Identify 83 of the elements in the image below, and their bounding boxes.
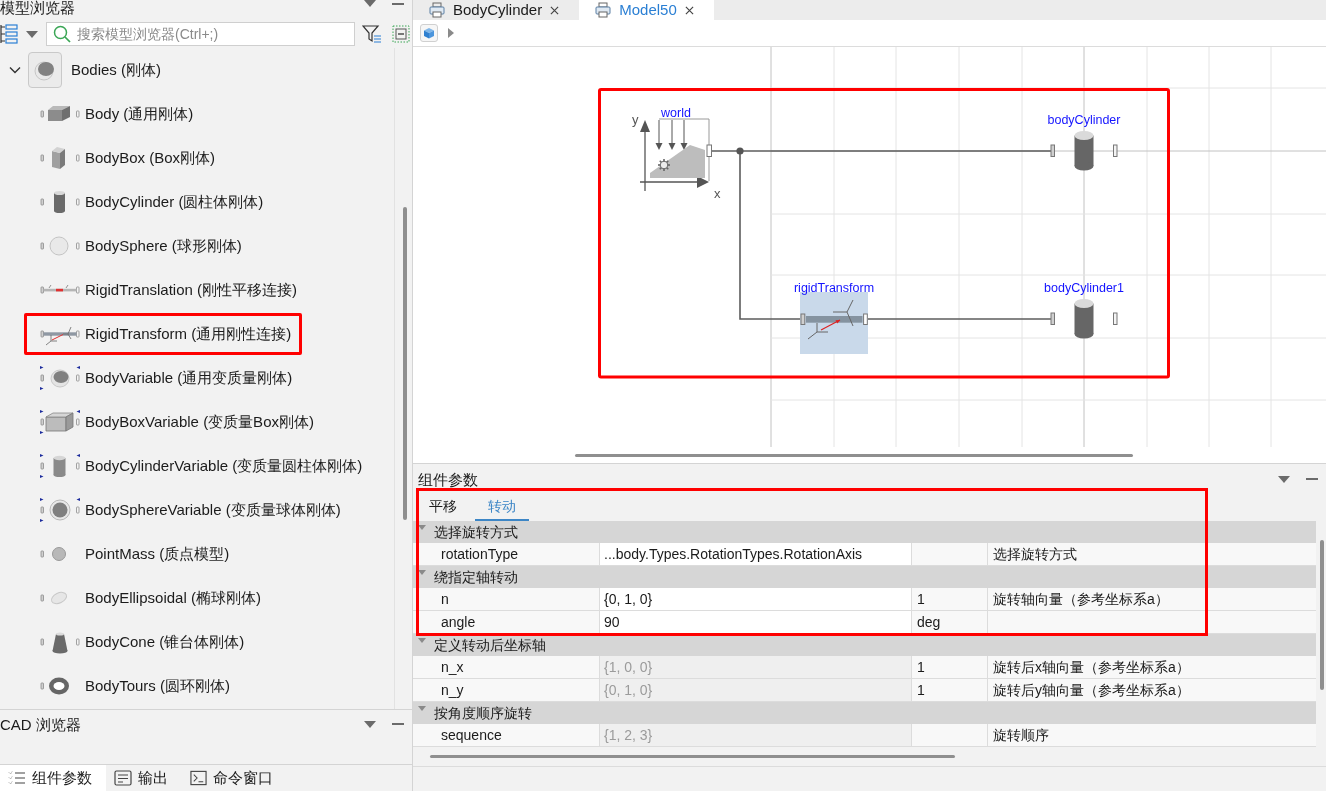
- value-field[interactable]: {0, 1, 0}: [600, 588, 912, 610]
- unit-cell: 1: [912, 656, 988, 678]
- tree-item[interactable]: PointMass (质点模型): [24, 533, 241, 575]
- caret-down-icon[interactable]: [364, 0, 376, 7]
- printer-icon: [429, 2, 445, 18]
- close-icon[interactable]: [550, 5, 560, 15]
- tree-item[interactable]: BodyVariable (通用变质量刚体): [24, 357, 304, 399]
- checklist-icon: [8, 770, 26, 786]
- node-label: rigidTransform: [793, 281, 875, 295]
- tree-item[interactable]: RigidTranslation (刚性平移连接): [24, 269, 308, 311]
- caret-down-icon[interactable]: [418, 705, 426, 713]
- scrollbar-thumb[interactable]: [1320, 540, 1324, 690]
- printer-icon: [595, 2, 612, 18]
- collapse-all-icon[interactable]: [392, 25, 410, 43]
- tree-item[interactable]: BodyTours (圆环刚体): [24, 665, 242, 707]
- blob-icon: [40, 366, 80, 390]
- minimize-icon[interactable]: [392, 2, 404, 5]
- group-header[interactable]: 选择旋转方式: [413, 521, 1316, 543]
- box-icon: [40, 146, 80, 170]
- value-field[interactable]: 90: [600, 611, 912, 633]
- scrollbar-thumb[interactable]: [575, 453, 1133, 457]
- value-field[interactable]: ...body.Types.RotationTypes.RotationAxis: [600, 543, 912, 565]
- caret-right-icon[interactable]: [448, 28, 454, 38]
- blob-tile-icon: [28, 52, 62, 88]
- panel-title: CAD 浏览器: [0, 716, 81, 732]
- tree-item[interactable]: BodyCone (锥台体刚体): [24, 621, 256, 663]
- caret-down-icon[interactable]: [418, 569, 426, 577]
- editor-tab[interactable]: Model50: [579, 0, 714, 20]
- tree-item[interactable]: BodyBox (Box刚体): [24, 137, 227, 179]
- terminal-icon: [190, 770, 207, 786]
- panel-title: 模型浏览器: [0, 0, 75, 15]
- scrollbar-thumb[interactable]: [403, 207, 407, 520]
- axis-label: y: [632, 112, 639, 127]
- unit-cell: 1: [912, 679, 988, 701]
- node-label: bodyCylinder: [1047, 113, 1121, 127]
- caret-down-icon[interactable]: [1278, 475, 1290, 483]
- group-header[interactable]: 定义转动后坐标轴: [413, 634, 1316, 656]
- bottom-tab[interactable]: 输出: [106, 765, 182, 791]
- sphere-icon: [40, 234, 80, 258]
- editor-tab[interactable]: BodyCylinder: [413, 0, 580, 20]
- group-header[interactable]: 绕指定轴转动: [413, 566, 1316, 588]
- chevron-down-icon[interactable]: [9, 64, 21, 76]
- tree-item[interactable]: BodyCylinderVariable (变质量圆柱体刚体): [24, 445, 374, 487]
- tree-view-icon[interactable]: [0, 24, 18, 44]
- filter-icon[interactable]: [362, 24, 382, 44]
- panel-title: 组件参数: [418, 471, 478, 487]
- tree-item[interactable]: Body (通用刚体): [24, 93, 205, 135]
- tree-item[interactable]: BodySphereVariable (变质量球体刚体): [24, 489, 352, 531]
- close-icon[interactable]: [684, 5, 694, 15]
- caret-down-icon[interactable]: [418, 524, 426, 532]
- unit-cell: 1: [912, 588, 988, 610]
- tree-item[interactable]: BodyEllipsoidal (椭球刚体): [24, 577, 272, 619]
- document-window-icon: [114, 770, 132, 786]
- description-cell-text: 旋转轴向量（参考坐标系a）: [992, 589, 1170, 609]
- description-cell-text: 旋转后y轴向量（参考坐标系a）: [992, 680, 1191, 700]
- cylinder-icon: [40, 190, 80, 214]
- description-cell-text: 旋转后x轴向量（参考坐标系a）: [992, 657, 1191, 677]
- axis-label: x: [714, 186, 721, 201]
- cone-icon: [40, 630, 80, 654]
- caret-down-icon[interactable]: [26, 30, 38, 38]
- tree-item[interactable]: BodyCylinder (圆柱体刚体): [24, 181, 275, 223]
- search-field[interactable]: 搜索模型浏览器(Ctrl+;): [46, 22, 355, 46]
- scrollbar-thumb[interactable]: [430, 755, 955, 758]
- cylinder-icon: [40, 454, 80, 478]
- description-cell-text: 旋转顺序: [992, 725, 1050, 745]
- tree-item[interactable]: BodyBoxVariable (变质量Box刚体): [24, 401, 325, 443]
- tree-item[interactable]: RigidTransform (通用刚性连接): [24, 313, 303, 355]
- cube-icon[interactable]: [420, 24, 438, 42]
- tree-group-item[interactable]: Bodies (刚体): [0, 48, 394, 92]
- tree-item[interactable]: BodySphere (球形刚体): [24, 225, 253, 267]
- bottom-tab[interactable]: 组件参数: [0, 765, 106, 791]
- sphere-icon: [40, 498, 80, 522]
- bottom-tab[interactable]: 命令窗口: [182, 765, 287, 791]
- unit-cell: deg: [912, 611, 988, 633]
- node-label: bodyCylinder1: [1044, 281, 1124, 295]
- search-icon: [53, 25, 71, 43]
- box-icon: [40, 410, 80, 434]
- caret-down-icon[interactable]: [364, 720, 376, 728]
- description-cell-text: 选择旋转方式: [992, 544, 1078, 564]
- node-label: world: [661, 106, 691, 120]
- group-header[interactable]: 按角度顺序旋转: [413, 702, 1316, 724]
- tab[interactable]: 平移: [416, 494, 470, 521]
- caret-down-icon[interactable]: [418, 637, 426, 645]
